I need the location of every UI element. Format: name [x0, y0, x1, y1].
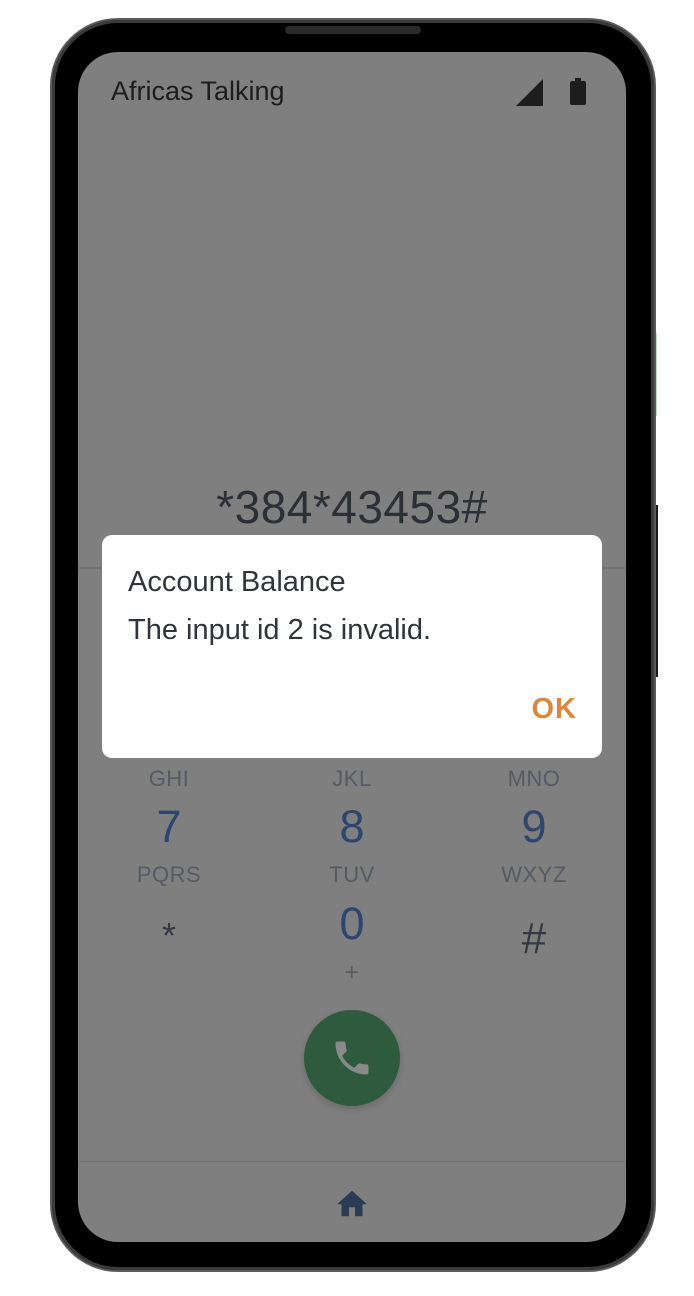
battery-icon — [570, 78, 586, 105]
key-8-letters: JKL — [332, 766, 372, 791]
key-0[interactable]: 0 — [292, 898, 412, 950]
key-9-digit: 9 — [521, 801, 547, 852]
key-hash-letters: WXYZ — [501, 862, 567, 887]
key-0-plus: + — [344, 959, 360, 986]
dialog-message: The input id 2 is invalid. — [128, 614, 432, 646]
key-star-letters: PQRS — [136, 862, 202, 887]
key-9-letters: MNO — [507, 766, 561, 791]
bottom-nav-divider — [78, 1161, 626, 1162]
key-7[interactable]: 7 — [109, 801, 229, 853]
key-0-letters: TUV — [329, 862, 375, 887]
key-hash[interactable]: # — [474, 913, 594, 965]
call-button[interactable] — [304, 1010, 400, 1106]
key-star-symbol: * — [161, 915, 176, 956]
key-8[interactable]: 8 — [292, 801, 412, 853]
home-icon[interactable] — [334, 1186, 370, 1218]
cell-signal-icon — [516, 79, 543, 106]
carrier-name: Africas Talking — [111, 76, 285, 106]
status-bar: Africas Talking — [78, 52, 626, 132]
ok-button[interactable]: OK — [532, 693, 578, 726]
dialed-number: *384*43453# — [216, 481, 488, 533]
phone-screen: Africas Talking *384*43453# GHI JKL MNO … — [78, 52, 626, 1242]
key-9[interactable]: 9 — [474, 801, 594, 853]
key-hash-symbol: # — [521, 914, 547, 963]
alert-dialog: Account Balance The input id 2 is invali… — [102, 535, 602, 758]
key-star[interactable]: * — [109, 910, 229, 962]
key-7-digit: 7 — [156, 801, 182, 852]
dialog-title: Account Balance — [128, 566, 346, 598]
key-7-letters: GHI — [148, 766, 190, 791]
phone-icon — [335, 1041, 369, 1075]
key-8-digit: 8 — [339, 801, 365, 852]
key-0-digit: 0 — [339, 898, 365, 949]
earpiece-speaker — [285, 26, 421, 34]
